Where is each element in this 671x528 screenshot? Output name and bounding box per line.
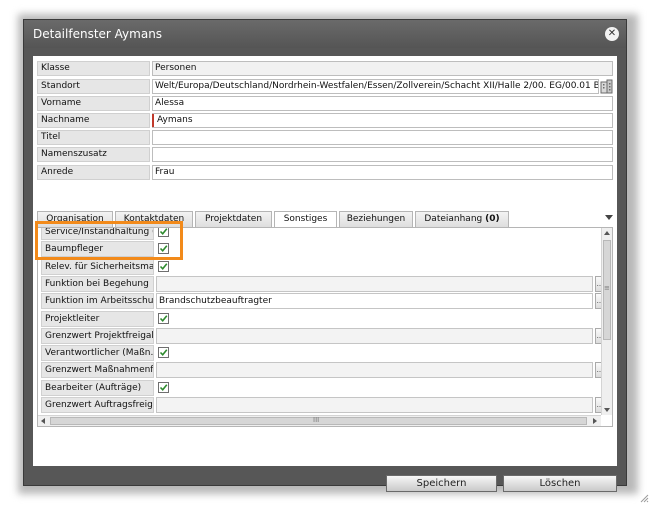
titel-label: Titel (37, 130, 150, 145)
property-row: Grenzwert Projektfreigabe... (41, 327, 602, 344)
property-checkbox[interactable] (158, 312, 169, 324)
property-row: Funktion bei Begehung... (41, 275, 602, 292)
anrede-field[interactable]: Frau (152, 165, 613, 180)
anrede-label: Anrede (37, 165, 150, 180)
tab-projektdaten[interactable]: Projektdaten (195, 211, 272, 227)
scroll-up-arrow-icon[interactable] (604, 231, 610, 235)
resize-grip-icon[interactable] (639, 493, 649, 503)
tab-overflow-chevron-icon[interactable] (605, 215, 613, 220)
checkmark-icon (159, 314, 168, 322)
tab-sonstiges[interactable]: Sonstiges (274, 211, 337, 228)
vertical-scrollbar[interactable]: ≡ (601, 228, 612, 415)
property-label: Grenzwert Projektfreigabe (41, 327, 154, 344)
property-checkbox[interactable] (158, 381, 169, 393)
form-row-klasse: Klasse Personen (37, 61, 613, 76)
property-label: Relev. für Sicherheitsma... (41, 258, 154, 275)
window-titlebar[interactable]: Detailfenster Aymans (24, 20, 626, 48)
property-row: Grenzwert Maßnahmenf...... (41, 362, 602, 379)
form-row-standort: Standort Welt/Europa/Deutschland/Nordrhe… (37, 79, 613, 94)
form-row-vorname: Vorname Alessa (37, 96, 613, 111)
save-button[interactable]: Speichern (386, 475, 497, 492)
klasse-field[interactable]: Personen (152, 61, 613, 76)
property-checkbox[interactable] (158, 347, 169, 359)
property-checkbox[interactable] (158, 260, 169, 272)
cancel-button[interactable]: Löschen (503, 475, 617, 492)
highlight-frame (35, 221, 183, 260)
required-marker (152, 114, 154, 127)
standort-label: Standort (37, 79, 150, 94)
property-field[interactable] (156, 275, 593, 292)
close-icon[interactable]: ✕ (605, 27, 619, 41)
namenszusatz-label: Namenszusatz (37, 147, 150, 162)
form-row-namenszusatz: Namenszusatz (37, 147, 613, 162)
property-row: Verantwortlicher (Maßn... (41, 345, 600, 362)
property-row: Relev. für Sicherheitsma... (41, 258, 600, 275)
checkmark-icon (159, 383, 168, 391)
checkmark-icon (159, 349, 168, 357)
scroll-thumb-grip-icon: III (313, 416, 320, 424)
property-row: Grenzwert Auftragsfreig...... (41, 397, 602, 413)
property-row: Funktion im Arbeitsschutz Brandschutzbeau… (41, 293, 602, 310)
property-label: Grenzwert Maßnahmenf... (41, 362, 154, 379)
dialog-content: Klasse Personen Standort Welt/Europa/Deu… (33, 56, 617, 466)
nachname-field[interactable]: Aymans (152, 113, 613, 128)
property-row: Projektleiter (41, 310, 600, 327)
scroll-thumb-grip-icon: ≡ (604, 284, 610, 292)
klasse-label: Klasse (37, 61, 150, 76)
property-label: Grenzwert Auftragsfreig... (41, 397, 154, 413)
vorname-label: Vorname (37, 96, 150, 111)
window-title: Detailfenster Aymans (33, 27, 163, 41)
checkmark-icon (159, 262, 168, 270)
property-field[interactable] (156, 327, 593, 344)
scroll-left-arrow-icon[interactable] (41, 418, 45, 424)
property-label: Bearbeiter (Aufträge) (41, 379, 154, 396)
tab-beziehungen[interactable]: Beziehungen (339, 211, 413, 227)
property-label: Verantwortlicher (Maßn... (41, 345, 154, 362)
standort-field[interactable]: Welt/Europa/Deutschland/Nordrhein-Westfa… (152, 79, 599, 94)
property-field[interactable]: Brandschutzbeauftragter (156, 293, 593, 310)
tab-dateianhang[interactable]: Dateianhang (0) (415, 211, 509, 227)
scroll-right-arrow-icon[interactable] (593, 418, 597, 424)
property-label: Funktion bei Begehung (41, 275, 154, 292)
property-label: Projektleiter (41, 310, 154, 327)
horizontal-scrollbar[interactable]: III (38, 415, 601, 426)
vorname-field[interactable]: Alessa (152, 96, 613, 111)
form-row-nachname: Nachname Aymans (37, 113, 613, 128)
scroll-down-arrow-icon[interactable] (604, 408, 610, 412)
property-label: Funktion im Arbeitsschutz (41, 293, 154, 310)
property-field[interactable] (156, 397, 593, 413)
form-row-anrede: Anrede Frau (37, 165, 613, 180)
titel-field[interactable] (152, 130, 613, 145)
property-field[interactable] (156, 362, 593, 379)
namenszusatz-field[interactable] (152, 147, 613, 162)
building-icon[interactable] (600, 79, 613, 94)
nachname-label: Nachname (37, 113, 150, 128)
property-row: Bearbeiter (Aufträge) (41, 379, 600, 396)
form-row-titel: Titel (37, 130, 613, 145)
